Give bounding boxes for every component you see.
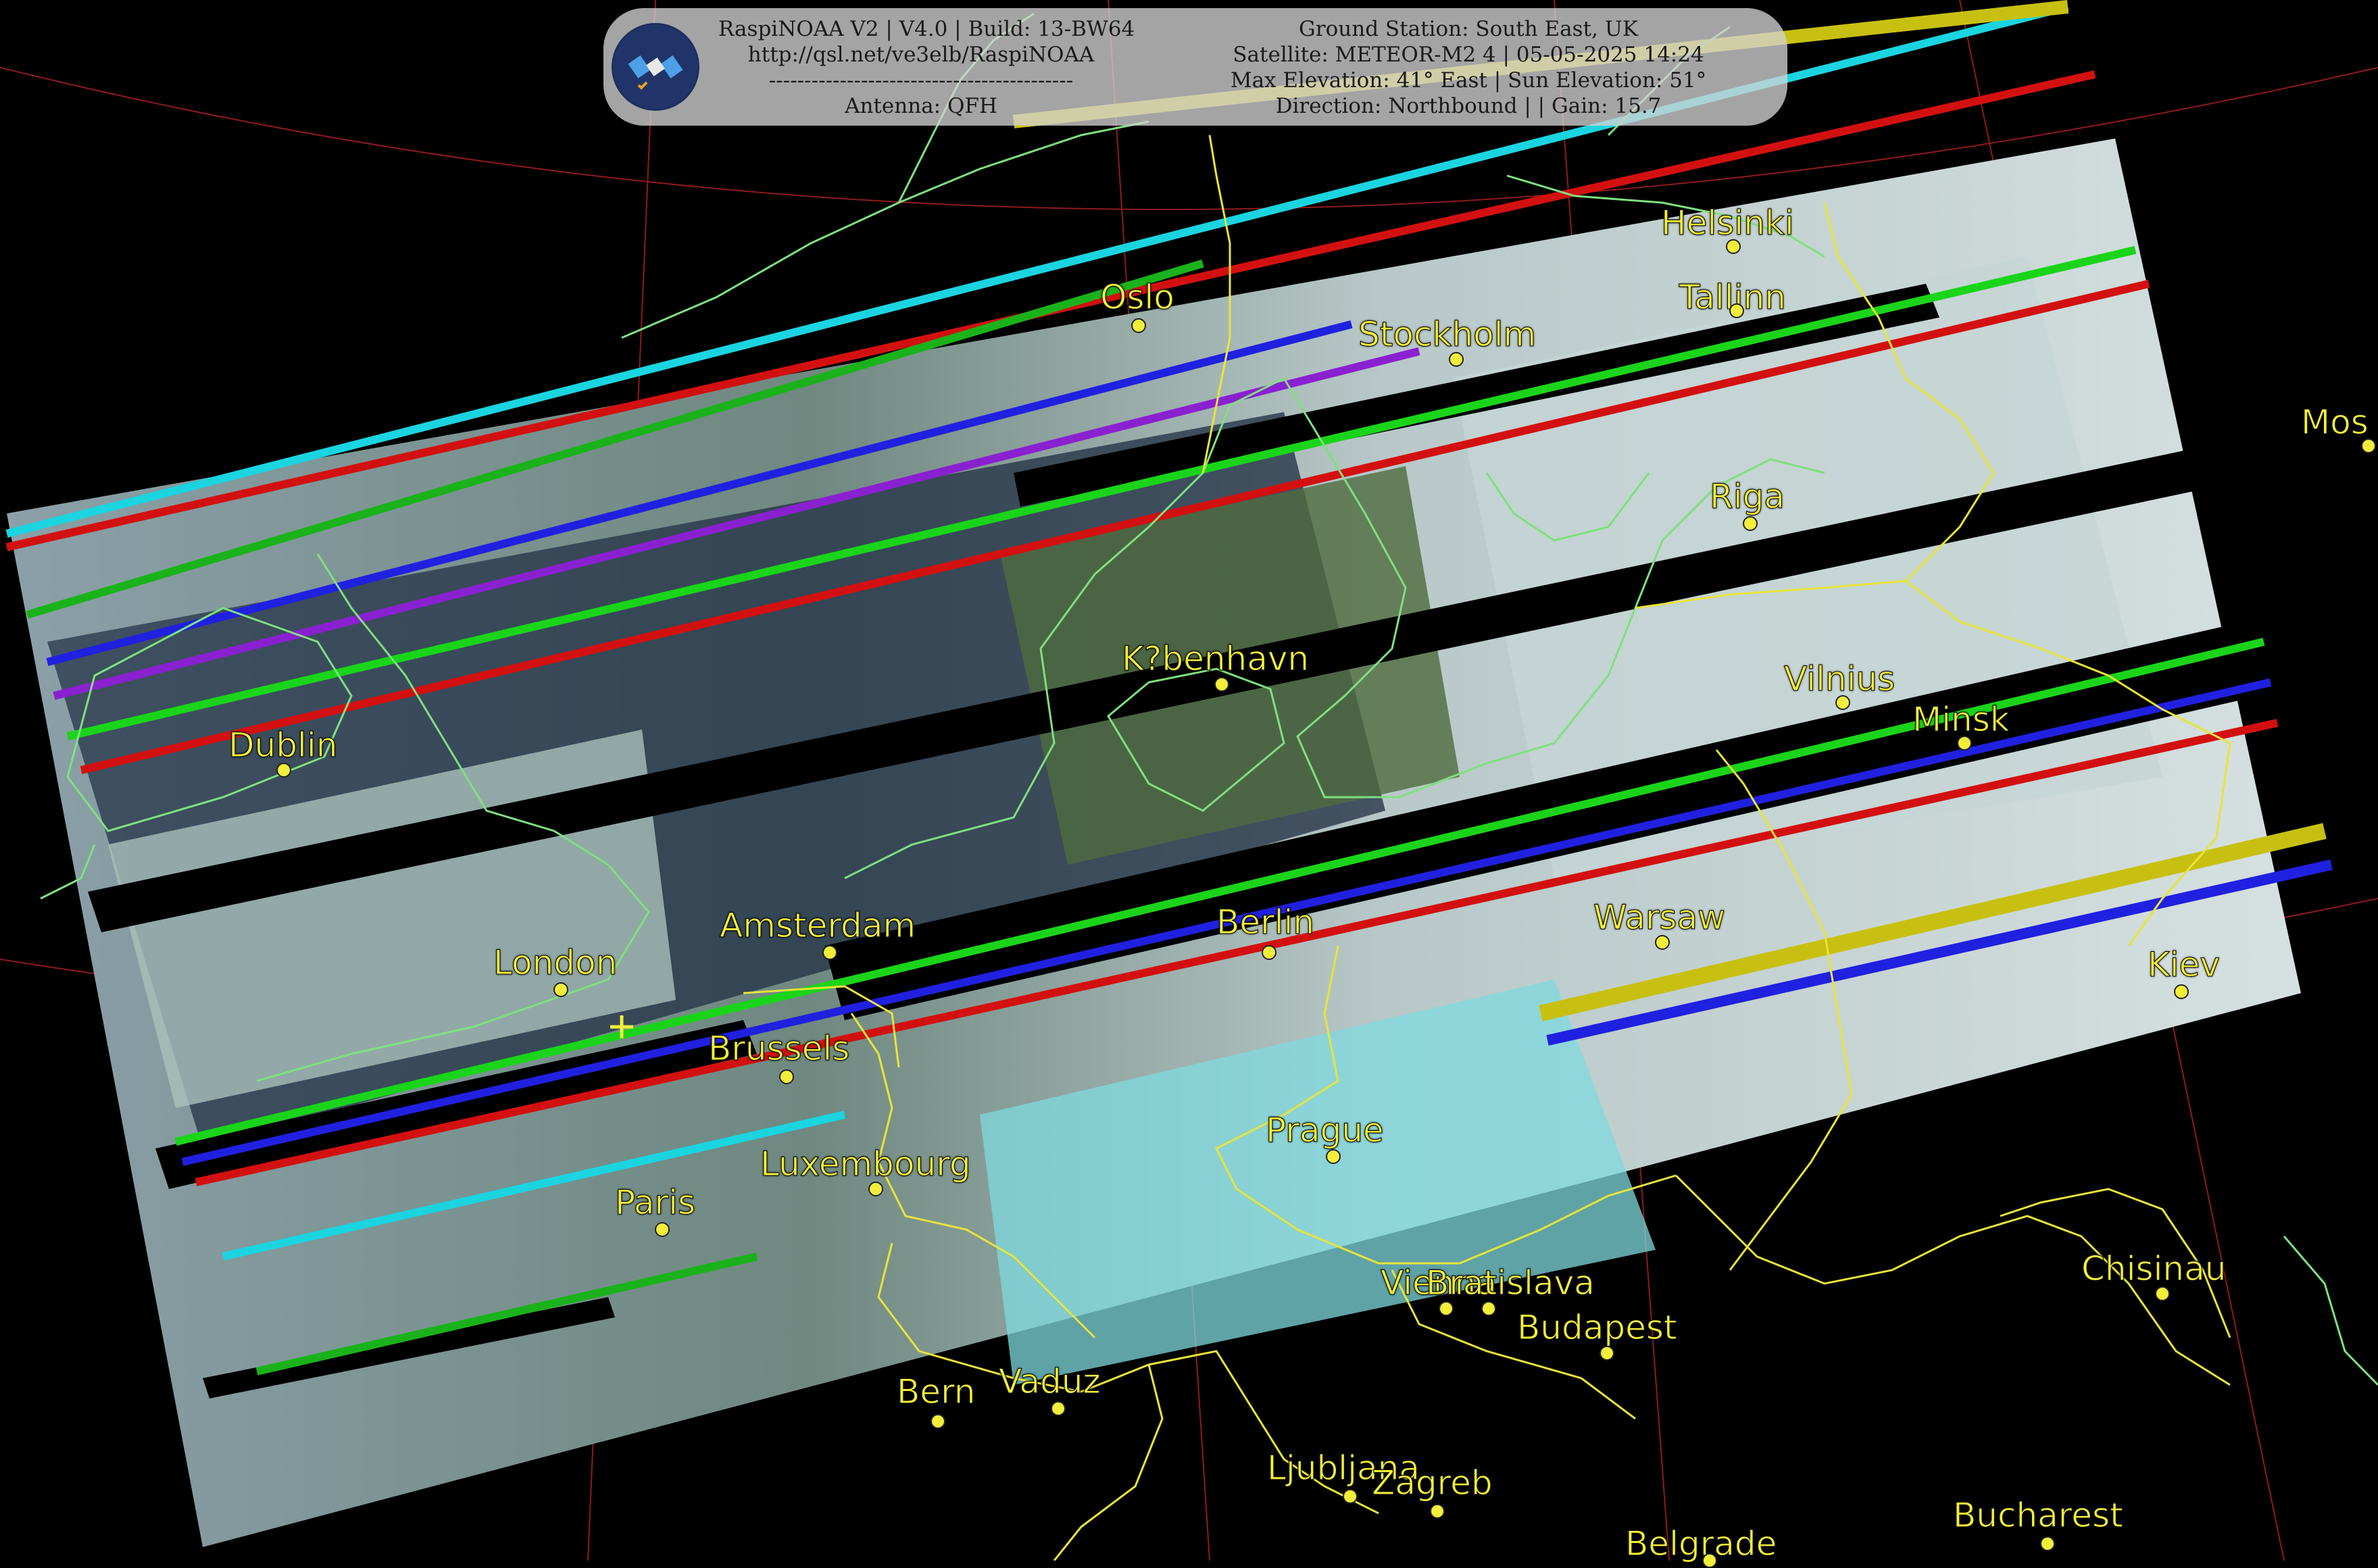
city-label: Amsterdam	[719, 906, 916, 945]
city-marker-icon	[1051, 1401, 1066, 1416]
city-marker-icon	[931, 1414, 945, 1429]
city-label: Riga	[1709, 477, 1785, 516]
city-marker-icon	[1702, 1553, 1717, 1568]
city-label: K?benhavn	[1121, 639, 1310, 678]
satellite-icon	[612, 23, 699, 111]
city-label: Vilnius	[1783, 659, 1896, 699]
city-label: Bucharest	[1953, 1496, 2124, 1535]
city-marker-icon	[553, 982, 568, 997]
city-label: Prague	[1266, 1111, 1385, 1150]
city-marker-icon	[1835, 695, 1850, 710]
city-label: Bratislava	[1426, 1263, 1595, 1303]
city-label: Chisinau	[2081, 1249, 2227, 1288]
build-info: RaspiNOAA V2 | V4.0 | Build: 13-BW64	[718, 17, 1135, 41]
city-label: Stockholm	[1358, 315, 1537, 354]
city-marker-icon	[1743, 516, 1758, 531]
city-marker-icon	[1726, 239, 1741, 254]
city-label: Helsinki	[1661, 203, 1795, 243]
city-label: Belgrade	[1625, 1524, 1777, 1563]
ground-station-info: Ground Station: South East, UK	[1299, 17, 1638, 41]
city-label: Minsk	[1912, 700, 2010, 739]
city-marker-icon	[1262, 945, 1277, 960]
city-label: Luxembourg	[760, 1144, 972, 1184]
city-label: Vaduz	[999, 1362, 1101, 1401]
city-marker-icon	[2361, 438, 2376, 453]
city-marker-icon	[1430, 1504, 1445, 1519]
city-label: Bern	[896, 1372, 976, 1411]
city-marker-icon	[1729, 303, 1744, 318]
city-marker-icon	[1439, 1301, 1454, 1316]
elevation-info: Max Elevation: 41° East | Sun Elevation:…	[1230, 68, 1707, 93]
satellite-info: Satellite: METEOR-M2 4 | 05-05-2025 14:2…	[1233, 43, 1704, 67]
city-label: Oslo	[1100, 278, 1175, 317]
header-left-column: RaspiNOAA V2 | V4.0 | Build: 13-BW64 htt…	[718, 16, 1135, 119]
satellite-map: Helsinki Tallinn Oslo Stockholm Mos Riga K?ben…	[0, 0, 2378, 1568]
separator-line: ----------------------------------------…	[768, 68, 1074, 93]
city-label: Brussels	[708, 1029, 850, 1068]
city-marker-icon	[1343, 1489, 1358, 1504]
city-label: Paris	[614, 1183, 696, 1222]
city-marker-icon	[779, 1069, 794, 1084]
city-marker-icon	[276, 763, 291, 778]
antenna-info: Antenna: QFH	[845, 94, 997, 118]
city-marker-icon	[822, 945, 837, 960]
header-right-column: Ground Station: South East, UK Satellite…	[1164, 16, 1773, 119]
city-label: Berlin	[1216, 903, 1315, 942]
city-label: Mos	[2301, 403, 2369, 442]
city-marker-icon	[1957, 736, 1972, 751]
direction-gain-info: Direction: Northbound | | Gain: 15.7	[1275, 94, 1662, 118]
city-marker-icon	[2040, 1536, 2055, 1551]
city-label: Kiev	[2147, 945, 2221, 984]
city-marker-icon	[2155, 1286, 2170, 1301]
city-marker-icon	[1481, 1301, 1496, 1316]
city-label: Warsaw	[1593, 898, 1726, 937]
city-label: Dublin	[228, 726, 338, 765]
city-label: London	[493, 943, 618, 982]
city-marker-icon	[1214, 677, 1229, 692]
city-label: Zagreb	[1372, 1463, 1493, 1502]
city-label: Budapest	[1517, 1308, 1678, 1347]
city-marker-icon	[1655, 935, 1670, 950]
project-url: http://qsl.net/ve3elb/RaspiNOAA	[747, 43, 1095, 67]
map-canvas	[0, 0, 2378, 1561]
city-marker-icon	[2174, 984, 2189, 999]
info-header: RaspiNOAA V2 | V4.0 | Build: 13-BW64 htt…	[603, 8, 1787, 126]
city-marker-icon	[1600, 1346, 1614, 1361]
city-marker-icon	[1131, 318, 1146, 333]
city-marker-icon	[655, 1222, 670, 1237]
city-marker-icon	[868, 1182, 883, 1196]
city-marker-icon	[1326, 1149, 1341, 1164]
city-marker-icon	[1449, 352, 1464, 367]
